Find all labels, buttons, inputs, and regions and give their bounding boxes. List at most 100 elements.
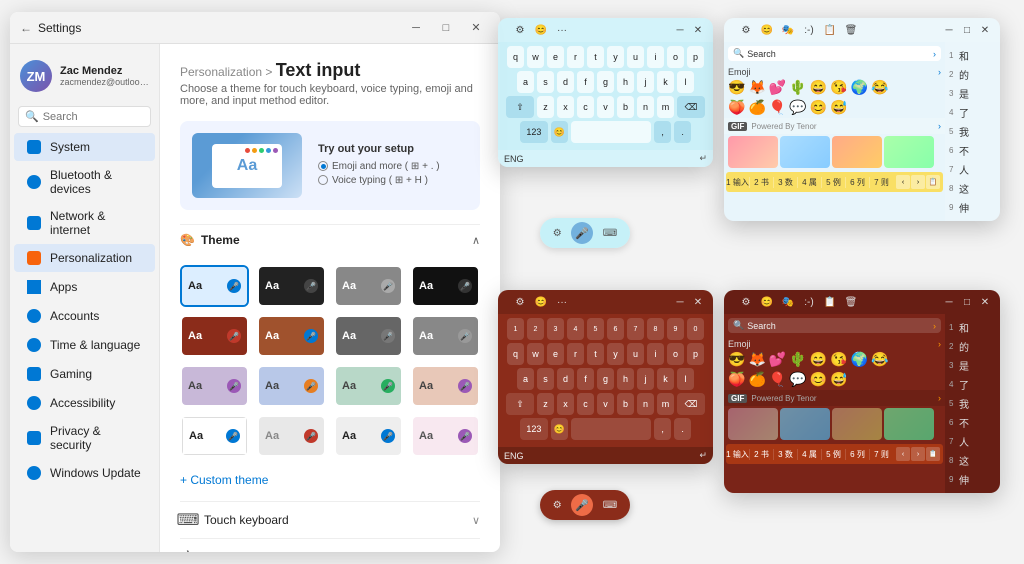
kb-dark-key-k[interactable]: k [657, 368, 674, 390]
cn-emoji-14[interactable]: 😅 [830, 99, 847, 116]
cn-emoji-3[interactable]: 💕 [769, 79, 786, 96]
cn-close-icon[interactable]: ✕ [978, 23, 992, 37]
kb-key-m[interactable]: m [657, 96, 674, 118]
kb-key-4[interactable]: 4 [567, 318, 584, 340]
kb-key-f[interactable]: f [577, 71, 594, 93]
kb-key-q[interactable]: q [507, 46, 524, 68]
kb-dark-key-i[interactable]: i [647, 343, 664, 365]
cn-dark-emoji-icon[interactable]: 😊 [758, 293, 776, 311]
cn-dark-prev-btn[interactable]: ‹ [896, 447, 910, 461]
kb-more-icon[interactable]: ··· [553, 21, 571, 39]
cn-emoji-icon-2[interactable]: 😊 [758, 21, 776, 39]
cn-dark-emoji-10[interactable]: 🍊 [748, 371, 765, 388]
kb-dark-key-w[interactable]: w [527, 343, 544, 365]
cn-prev-btn[interactable]: ‹ [896, 175, 910, 189]
kb-dark-close-icon[interactable]: ✕ [691, 295, 705, 309]
theme-card-9[interactable]: Aa 🎤 [180, 365, 249, 407]
cn-dark-candidate-1[interactable]: 1 输入 [726, 449, 750, 460]
theme-card-10[interactable]: Aa 🎤 [257, 365, 326, 407]
kb-backspace-key[interactable]: ⌫ [677, 96, 705, 118]
cn-emoji-11[interactable]: 🎈 [769, 99, 786, 116]
kb-key-n[interactable]: n [637, 96, 654, 118]
kb-key-w[interactable]: w [527, 46, 544, 68]
cn-dark-minimize-icon[interactable]: ─ [942, 295, 956, 309]
theme-card-15[interactable]: Aa 🎤 [334, 415, 403, 457]
theme-card-16[interactable]: Aa 🎤 [411, 415, 480, 457]
minimize-button[interactable]: ─ [402, 14, 430, 42]
kb-key-3[interactable]: 3 [547, 318, 564, 340]
kb-dark-settings-icon[interactable]: ⚙ [511, 293, 529, 311]
cn-dark-emoji-1[interactable]: 😎 [728, 351, 745, 368]
cn-dark-page-btn[interactable]: 📋 [926, 447, 940, 461]
kb-key-7[interactable]: 7 [627, 318, 644, 340]
kb-dark-backspace[interactable]: ⌫ [677, 393, 705, 415]
theme-card-8[interactable]: Aa 🎤 [411, 315, 480, 357]
kb-key-t[interactable]: t [587, 46, 604, 68]
kb-key-k[interactable]: k [657, 71, 674, 93]
cn-emoji-7[interactable]: 🌍 [851, 79, 868, 96]
kb-dark-key-y[interactable]: y [607, 343, 624, 365]
kb-key-c[interactable]: c [577, 96, 594, 118]
sidebar-item-time[interactable]: Time & language [14, 331, 155, 359]
kb-key-l[interactable]: l [677, 71, 694, 93]
mic-strip-settings-icon[interactable]: ⚙ [553, 228, 562, 239]
kb-settings-icon[interactable]: ⚙ [511, 21, 529, 39]
kb-key-z[interactable]: z [537, 96, 554, 118]
kb-key-s[interactable]: s [537, 71, 554, 93]
kb-key-g[interactable]: g [597, 71, 614, 93]
close-button[interactable]: ✕ [462, 14, 490, 42]
cn-dark-emoji-8[interactable]: 😂 [871, 351, 888, 368]
cn-dark-emoji-3[interactable]: 💕 [769, 351, 786, 368]
kb-key-d[interactable]: d [557, 71, 574, 93]
cn-delete-icon[interactable]: 🗑 [842, 21, 860, 39]
kb-emoji-icon[interactable]: 😊 [532, 21, 550, 39]
kb-dark-key-u[interactable]: u [627, 343, 644, 365]
theme-card-14[interactable]: Aa 🎤 [257, 415, 326, 457]
cn-emoji-6[interactable]: 😘 [830, 79, 847, 96]
mic-strip-dark-keyboard-icon[interactable]: ⌨ [603, 500, 617, 511]
candidate-window-item[interactable]: 文 Candidate window (Chinese Simplified) … [180, 538, 480, 552]
cn-dark-kaomoji-icon[interactable]: :-) [800, 293, 818, 311]
kb-key-x[interactable]: x [557, 96, 574, 118]
cn-emoji-10[interactable]: 🍊 [748, 99, 765, 116]
kb-123-key[interactable]: 123 [520, 121, 548, 143]
kb-dark-123[interactable]: 123 [520, 418, 548, 440]
cn-page-btn[interactable]: 📋 [926, 175, 940, 189]
kb-key-p[interactable]: p [687, 46, 704, 68]
cn-dark-emoji-13[interactable]: 😊 [810, 371, 827, 388]
kb-key-1[interactable]: 1 [507, 318, 524, 340]
cn-clipboard-icon[interactable]: 📋 [821, 21, 839, 39]
mic-strip-mic-btn[interactable]: 🎤 [571, 222, 593, 244]
cn-emoji-8[interactable]: 😂 [871, 79, 888, 96]
kb-comma-key[interactable]: , [654, 121, 671, 143]
kb-dark-key-t[interactable]: t [587, 343, 604, 365]
cn-dark-candidate-7[interactable]: 7 则 [870, 449, 893, 460]
kb-dark-key-e[interactable]: e [547, 343, 564, 365]
kb-dark-shift[interactable]: ⇧ [506, 393, 534, 415]
back-button[interactable]: ← [20, 21, 32, 35]
cn-candidate-1[interactable]: 1 输入 [726, 177, 750, 188]
cn-dark-resize-icon[interactable]: □ [960, 295, 974, 309]
kb-dark-emoji-btn[interactable]: 😊 [551, 418, 568, 440]
cn-next-btn[interactable]: › [911, 175, 925, 189]
theme-card-12[interactable]: Aa 🎤 [411, 365, 480, 407]
kb-key-e[interactable]: e [547, 46, 564, 68]
kb-key-y[interactable]: y [607, 46, 624, 68]
cn-dark-candidate-5[interactable]: 5 例 [822, 449, 846, 460]
cn-dark-candidate-6[interactable]: 6 列 [846, 449, 870, 460]
cn-dark-emoji-14[interactable]: 😅 [830, 371, 847, 388]
cn-emoji-13[interactable]: 😊 [810, 99, 827, 116]
kb-dark-key-v[interactable]: v [597, 393, 614, 415]
sidebar-item-privacy[interactable]: Privacy & security [14, 418, 155, 458]
kb-dark-key-l[interactable]: l [677, 368, 694, 390]
kb-dark-minimize-icon[interactable]: ─ [673, 295, 687, 309]
kb-dark-period[interactable]: . [674, 418, 691, 440]
cn-emoji-arrow[interactable]: › [938, 67, 941, 77]
kb-dark-more-icon[interactable]: ··· [553, 293, 571, 311]
cn-dark-emoji-2[interactable]: 🦊 [748, 351, 765, 368]
cn-dark-emoji-12[interactable]: 💬 [789, 371, 806, 388]
kb-key-j[interactable]: j [637, 71, 654, 93]
cn-dark-emoji-6[interactable]: 😘 [830, 351, 847, 368]
cn-dark-clipboard-icon[interactable]: 📋 [821, 293, 839, 311]
mic-strip-dark-mic-btn[interactable]: 🎤 [571, 494, 593, 516]
